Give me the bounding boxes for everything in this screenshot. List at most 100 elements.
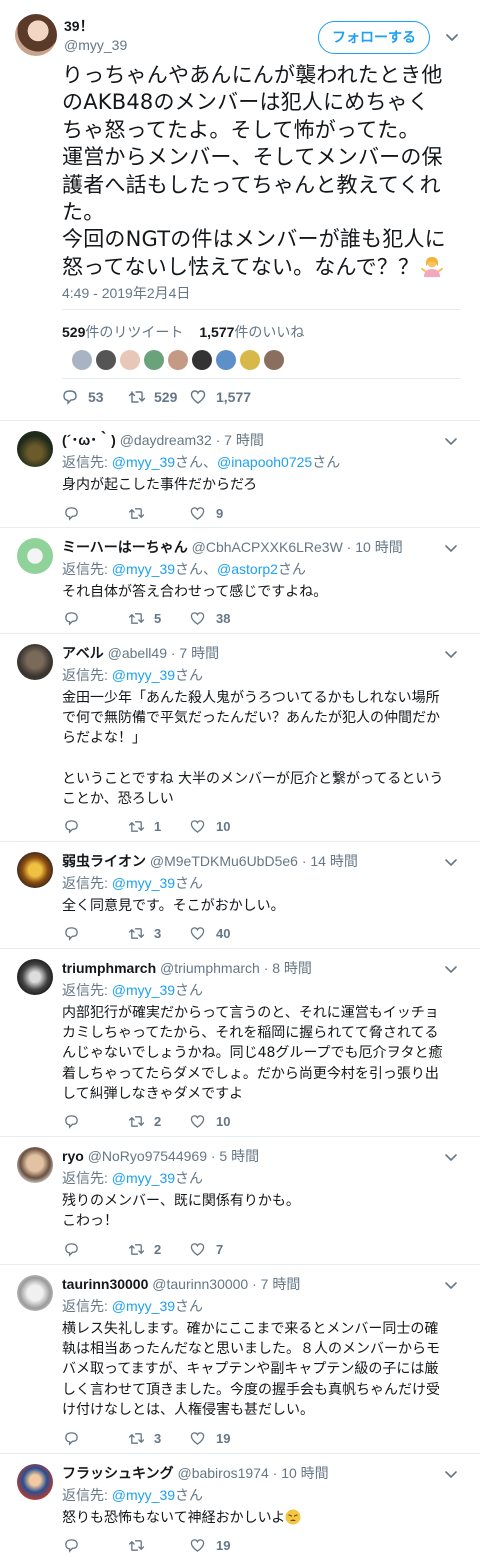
retweet-icon (128, 1244, 145, 1255)
chevron-down-icon[interactable] (444, 29, 460, 45)
mention-link[interactable]: @myy_39 (112, 982, 175, 998)
avatar[interactable] (240, 350, 260, 370)
retweet-count: 5 (154, 611, 162, 626)
reply-author-name[interactable]: フラッシュキング (62, 1465, 174, 1481)
reply-text: 横レス失礼します。確かにここまで来るとメンバー同士の確 執は相当あったんだなと思… (62, 1321, 440, 1418)
mention-link[interactable]: @myy_39 (112, 561, 175, 577)
avatar[interactable] (168, 350, 188, 370)
reply-author-name[interactable]: 弱虫ライオン (62, 853, 146, 869)
tweet-line: りっちゃんやあんにんが襲われたとき他 (62, 63, 443, 87)
likes-count[interactable]: 1,577 (199, 324, 234, 340)
like-count: 10 (216, 1114, 231, 1129)
reply-author-name[interactable]: triumphmarch (62, 960, 156, 976)
avatar[interactable] (17, 1147, 53, 1183)
mention-link[interactable]: @astorp2 (217, 561, 278, 577)
retweets-count[interactable]: 529 (62, 324, 85, 340)
mention-link[interactable]: @myy_39 (112, 454, 175, 470)
reply-tweet[interactable]: triumphmarch @triumphmarch · 8 時間 返信先: @… (0, 949, 480, 1137)
follow-button[interactable]: フォローする (318, 21, 430, 54)
main-tweet: 39！ @myy_39 フォローする りっちゃんやあんにんが襲われたとき他 のA… (0, 0, 480, 421)
retweets-label[interactable]: 件のリツイート (85, 324, 183, 340)
author-handle[interactable]: @myy_39 (64, 37, 127, 53)
chevron-down-icon[interactable] (444, 1278, 458, 1292)
reply-author-name[interactable]: taurinn30000 (62, 1276, 148, 1292)
woman-shrugging-emoji (421, 256, 444, 277)
chevron-down-icon[interactable] (444, 1150, 458, 1164)
heart-icon (190, 927, 205, 940)
reply-handle-time[interactable]: @daydream32 · 7 時間 (120, 432, 264, 448)
retweet-count: 1 (154, 819, 162, 834)
chevron-down-icon[interactable] (444, 434, 458, 448)
author-name[interactable]: 39！ (64, 16, 94, 36)
avatar[interactable] (120, 350, 140, 370)
avatar[interactable] (17, 1464, 53, 1500)
reply-tweet[interactable]: taurinn30000 @taurinn30000 · 7 時間 返信先: @… (0, 1265, 480, 1454)
reply-handle-time[interactable]: @M9eTDKMu6UbD5e6 · 14 時間 (150, 853, 358, 869)
reply-handle-time[interactable]: @taurinn30000 · 7 時間 (152, 1276, 300, 1292)
chevron-down-icon[interactable] (444, 541, 458, 555)
avatar[interactable] (192, 350, 212, 370)
reply-author-name[interactable]: ミーハーはーちゃん (62, 539, 188, 555)
mention-link[interactable]: @myy_39 (112, 1170, 175, 1186)
avatar[interactable] (96, 350, 116, 370)
avatar[interactable] (17, 959, 53, 995)
reply-header: フラッシュキング @babiros1974 · 10 時間 (62, 1463, 329, 1483)
avatar[interactable] (15, 14, 57, 56)
mention-link[interactable]: @inapooh0725 (217, 454, 312, 470)
reply-tweet[interactable]: ryo @NoRyo97544969 · 5 時間 返信先: @myy_39さん… (0, 1137, 480, 1265)
reply-tweet[interactable]: アベル @abell49 · 7 時間 返信先: @myy_39さん 金田一少年… (0, 634, 480, 842)
avatar[interactable] (72, 350, 92, 370)
mention-link[interactable]: @myy_39 (112, 1298, 175, 1314)
reply-tweet[interactable]: (´･ω･｀) @daydream32 · 7 時間 返信先: @myy_39さ… (0, 421, 480, 528)
avatar[interactable] (17, 431, 53, 467)
avatar[interactable] (17, 538, 53, 574)
reply-icon (65, 507, 78, 521)
reply-handle-time[interactable]: @babiros1974 · 10 時間 (177, 1465, 328, 1481)
reply-to: 返信先: @myy_39さん (62, 982, 204, 998)
reply-author-name[interactable]: (´･ω･｀) (62, 432, 116, 448)
heart-icon (190, 820, 205, 833)
divider (62, 378, 460, 379)
like-count: 10 (216, 819, 231, 834)
chevron-down-icon[interactable] (444, 647, 458, 661)
reply-to: 返信先: @myy_39さん (62, 667, 204, 683)
chevron-down-icon[interactable] (444, 855, 458, 869)
chevron-down-icon[interactable] (444, 962, 458, 976)
reply-handle-time[interactable]: @abell49 · 7 時間 (108, 645, 219, 661)
heart-icon (190, 390, 206, 404)
heart-icon (190, 507, 205, 520)
reply-author-name[interactable]: アベル (62, 645, 104, 661)
avatar[interactable] (17, 644, 53, 680)
reply-tweet[interactable]: 弱虫ライオン @M9eTDKMu6UbD5e6 · 14 時間 返信先: @my… (0, 842, 480, 949)
like-count: 19 (216, 1431, 231, 1446)
avatar[interactable] (17, 1275, 53, 1311)
reply-handle-time[interactable]: @triumphmarch · 8 時間 (160, 960, 312, 976)
reply-tweet[interactable]: ミーハーはーちゃん @CbhACPXXK6LRe3W · 10 時間 返信先: … (0, 528, 480, 634)
retweet-icon (128, 391, 146, 403)
retweet-icon (128, 613, 145, 624)
reply-handle-time[interactable]: @CbhACPXXK6LRe3W · 10 時間 (192, 539, 403, 555)
avatar[interactable] (17, 852, 53, 888)
mention-link[interactable]: @myy_39 (112, 1487, 175, 1503)
reply-header: ryo @NoRyo97544969 · 5 時間 (62, 1146, 259, 1166)
avatar[interactable] (264, 350, 284, 370)
tweet-timestamp[interactable]: 4:49 - 2019年2月4日 (62, 283, 190, 303)
weary-face-emoji (285, 1509, 301, 1525)
reply-handle-time[interactable]: @NoRyo97544969 · 5 時間 (88, 1148, 259, 1164)
reply-tweet[interactable]: フラッシュキング @babiros1974 · 10 時間 返信先: @myy_… (0, 1454, 480, 1565)
heart-icon (190, 612, 205, 625)
retweet-count: 3 (154, 1431, 162, 1446)
avatar[interactable] (144, 350, 164, 370)
reply-text: 残りのメンバー、既に関係有りかも。 こわっ！ (62, 1193, 300, 1230)
likes-label[interactable]: 件のいいね (234, 324, 304, 340)
reply-author-name[interactable]: ryo (62, 1148, 84, 1164)
tweet-page: 39！ @myy_39 フォローする りっちゃんやあんにんが襲われたとき他 のA… (0, 0, 480, 1565)
avatar[interactable] (216, 350, 236, 370)
reply-count: 53 (88, 389, 104, 405)
like-count: 9 (216, 506, 224, 521)
reply-text: 怒りも恐怖もないて神経おかしいよ (62, 1508, 462, 1528)
reply-header: taurinn30000 @taurinn30000 · 7 時間 (62, 1274, 300, 1294)
chevron-down-icon[interactable] (444, 1467, 458, 1481)
mention-link[interactable]: @myy_39 (112, 667, 175, 683)
mention-link[interactable]: @myy_39 (112, 875, 175, 891)
